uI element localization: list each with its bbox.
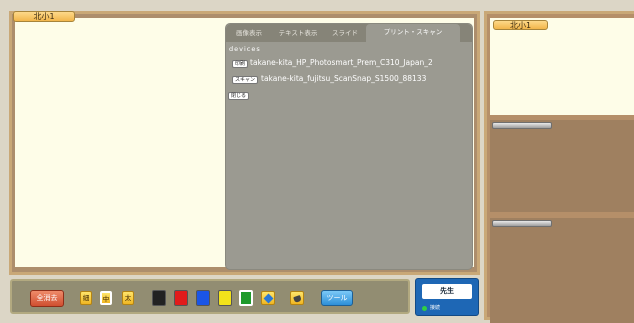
teacher-button[interactable]: 先生 <box>422 284 472 299</box>
color-black[interactable] <box>152 290 166 306</box>
pen-size-thick[interactable]: 太 <box>122 291 134 305</box>
devices-label: devices <box>229 45 261 53</box>
device-name: takane-kita_HP_Photosmart_Prem_C310_Japa… <box>250 58 433 67</box>
status-dot-icon <box>422 306 427 311</box>
slot-handle[interactable] <box>492 122 552 129</box>
eraser-icon[interactable] <box>261 291 275 305</box>
fill-bucket-icon[interactable] <box>290 291 304 305</box>
connection-status: 接続 <box>430 305 441 311</box>
thumbnail-tag: 北小1 <box>493 20 548 30</box>
tool-button[interactable]: ツール <box>321 290 353 306</box>
pen-size-medium[interactable]: 中 <box>100 291 112 305</box>
print-scan-panel: 画像表示 テキスト表示 スライド プリント・スキャン devices 印刷 ta… <box>225 23 473 270</box>
teacher-panel: 先生 接続 <box>415 278 479 316</box>
color-green[interactable] <box>239 290 253 306</box>
device-row: スキャン takane-kita_fujitsu_ScanSnap_S1500_… <box>232 74 468 84</box>
tab-image[interactable]: 画像表示 <box>226 25 272 41</box>
slot-panel <box>490 218 634 323</box>
tab-text[interactable]: テキスト表示 <box>272 25 324 41</box>
tab-print-scan[interactable]: プリント・スキャン <box>366 24 460 43</box>
clear-all-button[interactable]: 全消去 <box>30 290 64 307</box>
pen-size-thin[interactable]: 細 <box>80 291 92 305</box>
device-name: takane-kita_fujitsu_ScanSnap_S1500_88133 <box>261 74 427 83</box>
color-yellow[interactable] <box>218 290 232 306</box>
right-column: 北小1 <box>484 11 634 323</box>
tab-slide[interactable]: スライド <box>324 25 366 41</box>
thumbnail-canvas[interactable] <box>490 18 634 115</box>
color-blue[interactable] <box>196 290 210 306</box>
device-row: 印刷 takane-kita_HP_Photosmart_Prem_C310_J… <box>232 58 468 68</box>
panel-tabbar: 画像表示 テキスト表示 スライド プリント・スキャン <box>226 24 472 43</box>
color-red[interactable] <box>174 290 188 306</box>
close-button[interactable]: 閉じる <box>228 92 250 100</box>
print-button[interactable]: 印刷 <box>232 60 249 68</box>
slot-panel <box>490 120 634 212</box>
slot-handle[interactable] <box>492 220 552 227</box>
main-board-tag: 北小1 <box>13 11 75 22</box>
toolbar: 全消去 細 中 太 ツール <box>10 279 410 314</box>
scan-button[interactable]: スキャン <box>232 76 259 84</box>
